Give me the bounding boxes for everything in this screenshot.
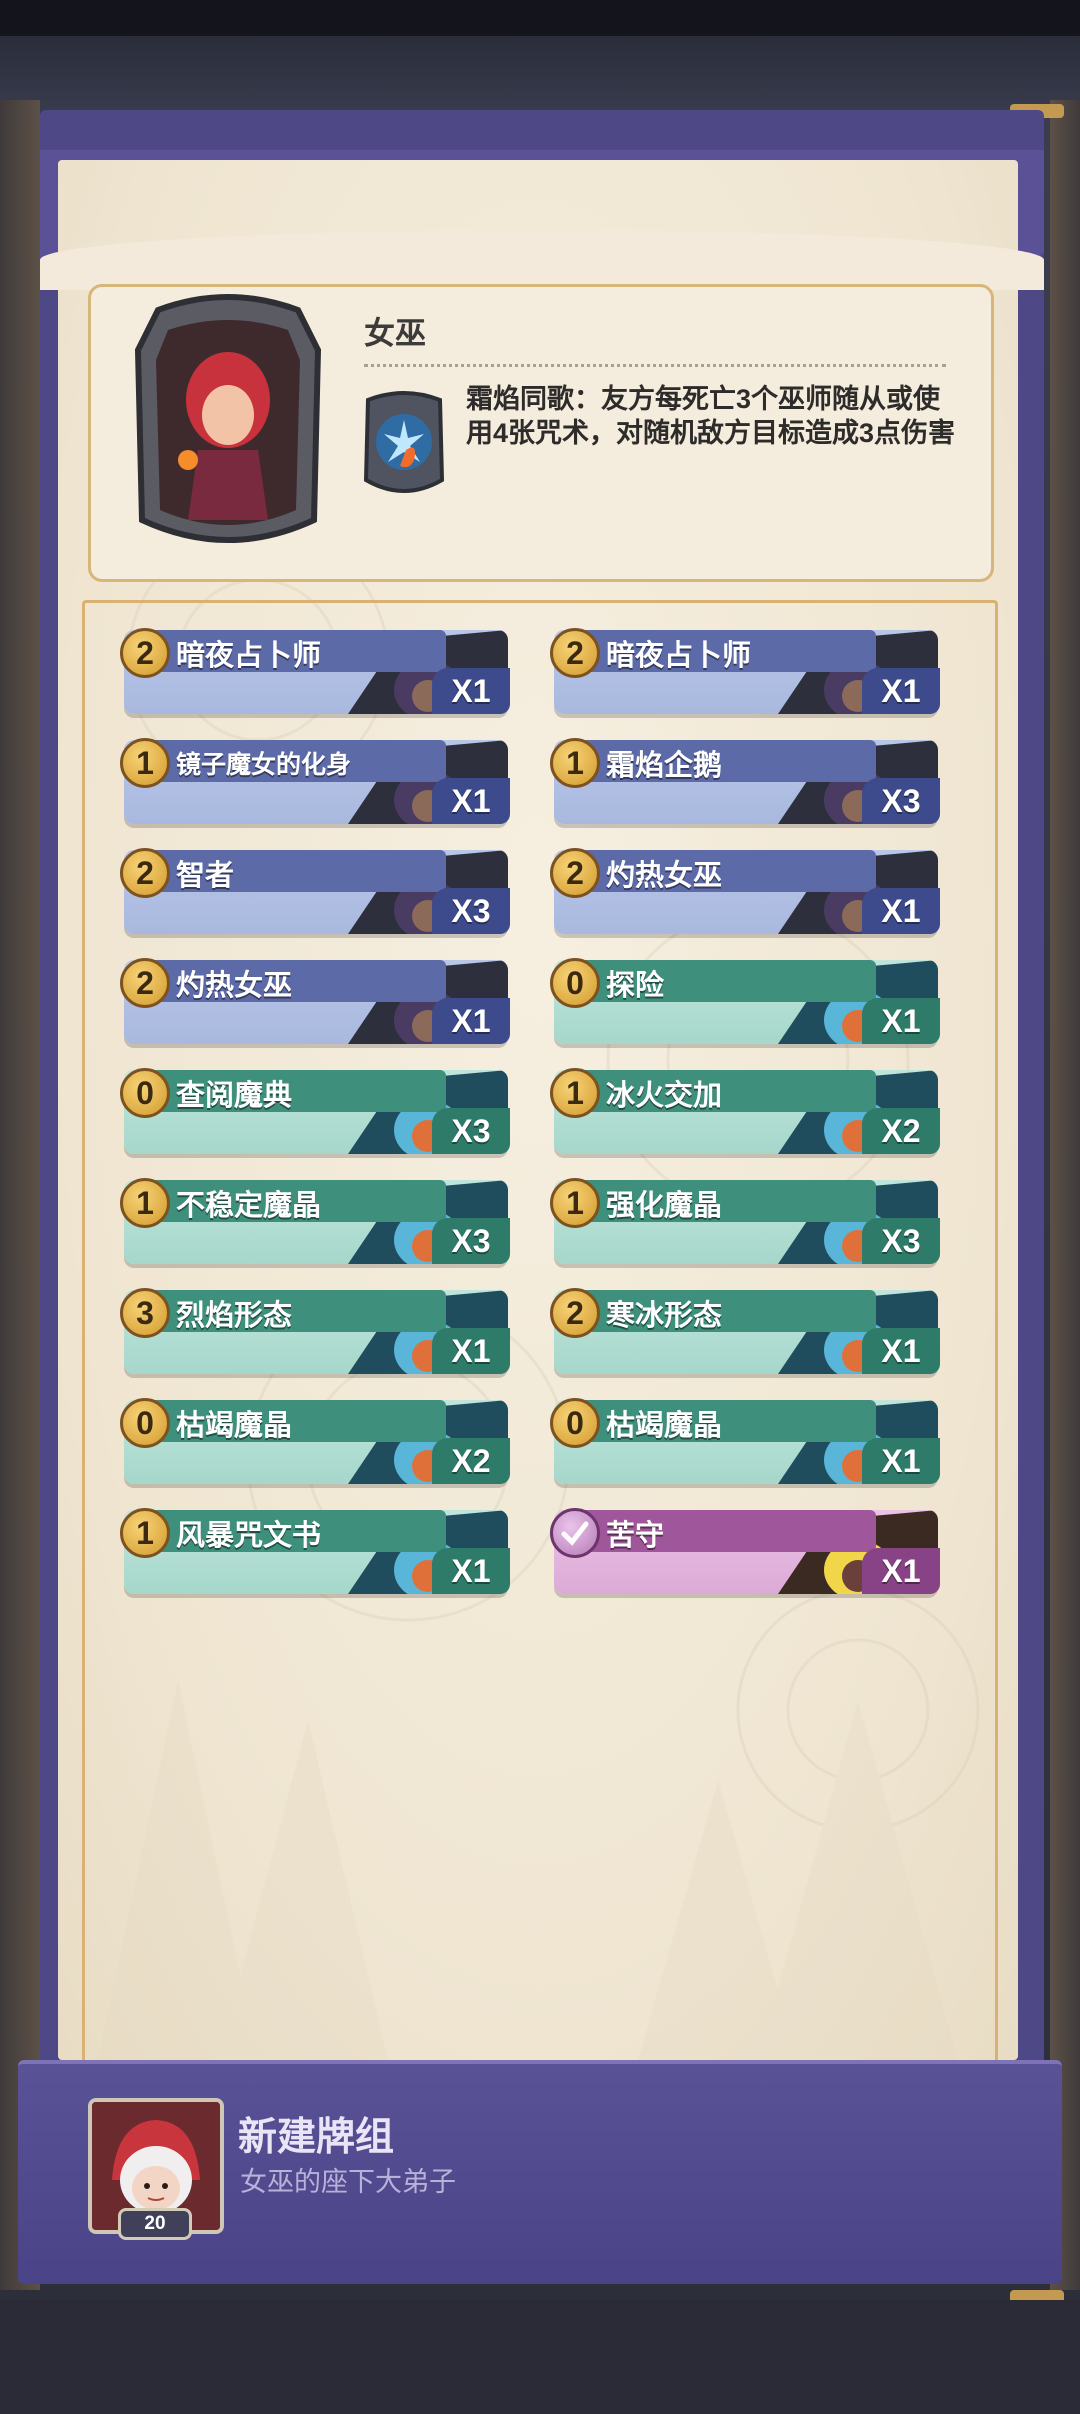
card-name: 苦守 <box>606 1520 665 1552</box>
scroll-top-wave <box>40 230 1044 290</box>
card-cost: 0 <box>550 958 600 1008</box>
deck-card[interactable]: 1 强化魔晶 X3 <box>550 1170 940 1264</box>
card-name: 灼热女巫 <box>606 860 723 892</box>
deck-card[interactable]: 2 智者 X3 <box>120 840 510 934</box>
deck-card[interactable]: 2 寒冰形态 X1 <box>550 1280 940 1374</box>
hero-name: 女巫 <box>364 316 426 351</box>
card-cost: 2 <box>550 1288 600 1338</box>
card-name: 不稳定魔晶 <box>176 1190 322 1222</box>
curse-icon <box>550 1508 600 1558</box>
deck-card[interactable]: 1 镜子魔女的化身 X1 <box>120 730 510 824</box>
deck-title: 新建牌组 <box>238 2116 395 2159</box>
card-quantity: X1 <box>862 1548 940 1594</box>
card-name: 烈焰形态 <box>176 1300 293 1332</box>
card-name: 查阅魔典 <box>176 1080 293 1112</box>
hero-skill-description: 霜焰同歌：友方每死亡3个巫师随从或使用4张咒术，对随机敌方目标造成3点伤害 <box>466 384 956 448</box>
card-name: 探险 <box>606 970 665 1002</box>
card-quantity: X3 <box>862 778 940 824</box>
frame-right <box>1050 100 1080 2290</box>
deck-card[interactable]: 2 暗夜占卜师 X1 <box>120 620 510 714</box>
card-name: 强化魔晶 <box>606 1190 723 1222</box>
card-quantity: X1 <box>432 1548 510 1594</box>
card-name: 枯竭魔晶 <box>176 1410 293 1442</box>
card-quantity: X1 <box>432 1328 510 1374</box>
card-name: 智者 <box>176 860 235 892</box>
card-cost: 2 <box>550 848 600 898</box>
deck-card[interactable]: 1 霜焰企鹅 X3 <box>550 730 940 824</box>
card-cost: 1 <box>120 738 170 788</box>
card-cost: 1 <box>550 738 600 788</box>
card-cost: 0 <box>120 1068 170 1118</box>
card-name: 风暴咒文书 <box>176 1520 322 1552</box>
card-quantity: X1 <box>862 888 940 934</box>
card-cost: 1 <box>120 1178 170 1228</box>
deck-card[interactable]: 1 冰火交加 X2 <box>550 1060 940 1154</box>
deck-card-count: 20 <box>118 2208 192 2240</box>
card-cost: 2 <box>120 628 170 678</box>
card-cost: 3 <box>120 1288 170 1338</box>
deck-card[interactable]: 1 不稳定魔晶 X3 <box>120 1170 510 1264</box>
deck-card[interactable]: 2 灼热女巫 X1 <box>550 840 940 934</box>
card-quantity: X1 <box>862 1328 940 1374</box>
deck-card[interactable]: 0 枯竭魔晶 X2 <box>120 1390 510 1484</box>
card-quantity: X1 <box>862 1438 940 1484</box>
card-cost: 0 <box>550 1398 600 1448</box>
frost-flame-skill-icon[interactable] <box>362 390 446 500</box>
deck-detail-screen: 女巫 霜焰同歌：友方每死亡3个巫师随从或使用4张咒术，对随机敌方目标造成3点伤害… <box>0 0 1080 2414</box>
card-quantity: X3 <box>432 888 510 934</box>
card-name: 枯竭魔晶 <box>606 1410 723 1442</box>
deck-subtitle: 女巫的座下大弟子 <box>240 2167 456 2197</box>
deck-card[interactable]: 0 探险 X1 <box>550 950 940 1044</box>
card-cost: 1 <box>550 1068 600 1118</box>
card-name: 冰火交加 <box>606 1080 723 1112</box>
hero-portrait[interactable] <box>128 290 328 552</box>
deck-card[interactable]: 3 烈焰形态 X1 <box>120 1280 510 1374</box>
card-quantity: X1 <box>862 668 940 714</box>
frame-left <box>0 100 40 2290</box>
bottom-strip <box>0 2300 1080 2414</box>
card-quantity: X1 <box>432 668 510 714</box>
deck-card[interactable]: 0 枯竭魔晶 X1 <box>550 1390 940 1484</box>
card-name: 暗夜占卜师 <box>176 640 322 672</box>
card-quantity: X3 <box>862 1218 940 1264</box>
card-cost: 1 <box>550 1178 600 1228</box>
deck-card[interactable]: 1 风暴咒文书 X1 <box>120 1500 510 1594</box>
card-quantity: X3 <box>432 1108 510 1154</box>
deck-card[interactable]: 2 暗夜占卜师 X1 <box>550 620 940 714</box>
card-cost: 2 <box>120 848 170 898</box>
card-name: 灼热女巫 <box>176 970 293 1002</box>
card-name: 暗夜占卜师 <box>606 640 752 672</box>
card-quantity: X2 <box>862 1108 940 1154</box>
card-quantity: X1 <box>862 998 940 1044</box>
card-name: 寒冰形态 <box>606 1300 723 1332</box>
deck-card[interactable]: 2 灼热女巫 X1 <box>120 950 510 1044</box>
card-quantity: X1 <box>432 778 510 824</box>
card-cost: 2 <box>120 958 170 1008</box>
card-quantity: X2 <box>432 1438 510 1484</box>
hero-divider <box>364 364 946 367</box>
card-cost: 1 <box>120 1508 170 1558</box>
card-quantity: X3 <box>432 1218 510 1264</box>
deck-card[interactable]: 苦守 X1 <box>550 1500 940 1594</box>
card-cost: 0 <box>120 1398 170 1448</box>
card-cost: 2 <box>550 628 600 678</box>
deck-card[interactable]: 0 查阅魔典 X3 <box>120 1060 510 1154</box>
card-name: 镜子魔女的化身 <box>176 751 352 779</box>
card-name: 霜焰企鹅 <box>606 750 723 782</box>
card-quantity: X1 <box>432 998 510 1044</box>
